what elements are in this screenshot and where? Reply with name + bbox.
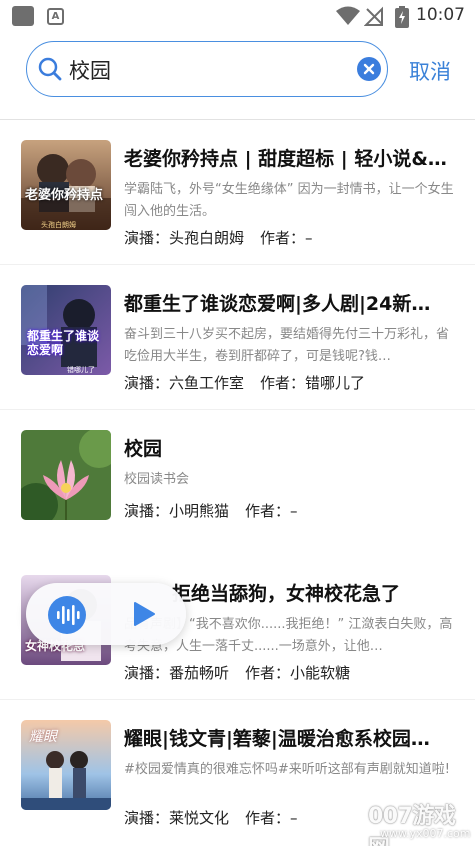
author-name: – (290, 502, 298, 520)
app-a-icon: A (47, 8, 64, 25)
search-query[interactable]: 校园 (69, 55, 111, 85)
result-item[interactable]: 都重生了谁谈恋爱啊 错哪儿了 都重生了谁谈恋爱啊|多人剧|24新… 奋斗到三十八… (0, 265, 475, 410)
cover-image: 老婆你矜持点 头孢白朗姆 (21, 140, 111, 230)
play-icon[interactable] (132, 601, 156, 627)
cover-title: 都重生了谁谈恋爱啊 (27, 329, 100, 357)
clear-icon[interactable] (357, 57, 381, 81)
result-title: 都重生了谁谈恋爱啊|多人剧|24新… (124, 293, 431, 315)
result-meta: 演播：六鱼工作室 作者：错哪儿了 (124, 372, 365, 393)
author-label: 作者： (260, 229, 306, 247)
search-input[interactable]: 校园 (26, 41, 388, 97)
cover-subtitle: 头孢白朗姆 (41, 221, 76, 229)
result-description: #校园爱情真的很难忘怀吗#来听听这部有声剧就知道啦! (124, 762, 450, 777)
narrator-name: 六鱼工作室 (169, 374, 245, 392)
author-name: – (290, 809, 298, 827)
result-meta: 演播：头孢白朗姆 作者：– (124, 227, 313, 248)
audio-wave-icon[interactable] (48, 596, 86, 634)
result-title: 拒绝当舔狗，女神校花急了 (172, 583, 401, 605)
narrator-label: 演播： (124, 374, 170, 392)
cancel-button[interactable]: 取消 (409, 56, 451, 86)
author-name: 错哪儿了 (305, 374, 366, 392)
search-icon (38, 57, 62, 81)
watermark-url: www.yx007.com (380, 827, 471, 840)
result-meta: 演播：小明熊猫 作者：– (124, 500, 298, 521)
result-title: 老婆你矜持点 | 甜度超标 | 轻小说&… (124, 148, 447, 170)
result-item[interactable]: 校园 校园读书会 演播：小明熊猫 作者：– (0, 410, 475, 555)
narrator-name: 头孢白朗姆 (169, 229, 245, 247)
result-title: 耀眼|钱文青|箬藜|温暖治愈系校园… (124, 728, 430, 750)
author-label: 作者： (245, 502, 291, 520)
result-description: 校园读书会 (124, 472, 190, 487)
notification-square-icon (12, 6, 34, 26)
narrator-name: 小明熊猫 (169, 502, 230, 520)
wifi-icon (336, 6, 360, 25)
result-meta: 演播：番茄畅听 作者：小能软糖 (124, 662, 350, 683)
result-description: 奋斗到三十八岁买不起房，要结婚得先付三十万彩礼，省吃俭用大半生，卷到肝都碎了，可… (124, 327, 450, 364)
author-label: 作者： (245, 664, 291, 682)
author-name: – (305, 229, 313, 247)
narrator-name: 番茄畅听 (169, 664, 230, 682)
narrator-name: 莱悦文化 (169, 809, 230, 827)
cover-image: 耀眼 (21, 720, 111, 810)
clock: 10:07 (416, 5, 465, 25)
no-signal-icon (364, 6, 383, 26)
cover-image (21, 430, 111, 520)
status-bar: A 10:07 (0, 0, 475, 34)
cover-subtitle: 错哪儿了 (67, 366, 95, 374)
narrator-label: 演播： (124, 809, 170, 827)
author-label: 作者： (245, 809, 291, 827)
cover-title: 老婆你矜持点 (25, 188, 104, 203)
narrator-label: 演播： (124, 502, 170, 520)
cover-image: 都重生了谁谈恋爱啊 错哪儿了 (21, 285, 111, 375)
mini-player[interactable] (26, 583, 186, 645)
result-item[interactable]: 老婆你矜持点 头孢白朗姆 老婆你矜持点 | 甜度超标 | 轻小说&… 学霸陆飞，… (0, 120, 475, 265)
battery-charging-icon (395, 6, 409, 28)
result-meta: 演播：莱悦文化 作者：– (124, 807, 298, 828)
result-description: 学霸陆飞，外号“女生绝缘体” 因为一封情书，让一个女生闯入他的生活。 (124, 182, 454, 219)
narrator-label: 演播： (124, 664, 170, 682)
narrator-label: 演播： (124, 229, 170, 247)
cover-title: 耀眼 (29, 729, 57, 745)
author-label: 作者： (260, 374, 306, 392)
result-title: 校园 (124, 438, 163, 460)
author-name: 小能软糖 (290, 664, 351, 682)
